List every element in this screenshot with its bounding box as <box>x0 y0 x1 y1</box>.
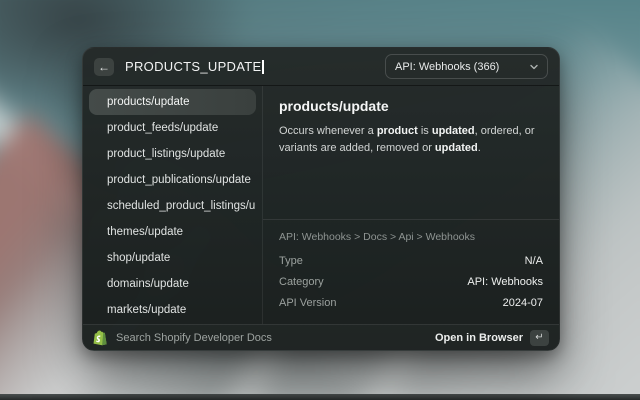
meta-value: API: Webhooks <box>467 276 543 288</box>
list-item-label: products/update <box>107 96 189 108</box>
command-palette-window: ← PRODUCTS_UPDATE API: Webhooks (366) pr… <box>82 47 560 351</box>
list-item[interactable]: scheduled_product_listings/upd... <box>89 193 256 219</box>
chevron-down-icon <box>530 64 538 70</box>
list-item-label: shop/update <box>107 252 170 264</box>
list-item-label: product_listings/update <box>107 148 225 160</box>
text-caret <box>262 60 264 74</box>
desc-text: Occurs whenever a <box>279 125 377 137</box>
desc-bold: updated <box>432 125 475 137</box>
filter-dropdown[interactable]: API: Webhooks (366) <box>385 54 548 79</box>
search-input[interactable]: PRODUCTS_UPDATE <box>125 59 374 74</box>
list-item-label: scheduled_product_listings/upd... <box>107 200 256 212</box>
list-item-label: product_publications/update <box>107 174 251 186</box>
list-item-label: domains/update <box>107 278 189 290</box>
list-item[interactable]: product_publications/update <box>89 167 256 193</box>
list-item-label: product_feeds/update <box>107 122 218 134</box>
open-in-browser-label: Open in Browser <box>435 332 523 344</box>
list-item-label: markets/update <box>107 304 186 316</box>
extension-title: Search Shopify Developer Docs <box>116 332 426 344</box>
detail-panel: products/update Occurs whenever a produc… <box>263 86 559 324</box>
list-item[interactable]: shop/update <box>89 245 256 271</box>
meta-row: Type N/A <box>279 250 543 271</box>
desc-text: . <box>478 142 481 154</box>
palette-footer: Search Shopify Developer Docs Open in Br… <box>83 324 559 350</box>
list-item[interactable]: product_feeds/update <box>89 115 256 141</box>
meta-label: API Version <box>279 297 336 309</box>
meta-row: API Version 2024-07 <box>279 292 543 313</box>
palette-body: products/update product_feeds/update pro… <box>83 86 559 324</box>
list-item[interactable]: themes/update <box>89 219 256 245</box>
results-list: products/update product_feeds/update pro… <box>83 86 263 324</box>
meta-label: Type <box>279 255 303 267</box>
search-header: ← PRODUCTS_UPDATE API: Webhooks (366) <box>83 48 559 86</box>
back-arrow-icon: ← <box>98 61 110 73</box>
back-button[interactable]: ← <box>94 58 114 76</box>
search-query-text: PRODUCTS_UPDATE <box>125 59 261 74</box>
desc-bold: product <box>377 125 418 137</box>
desc-text: is <box>418 125 432 137</box>
screen-bottom-strip <box>0 394 640 400</box>
detail-main: products/update Occurs whenever a produc… <box>263 86 559 219</box>
detail-metadata: API: Webhooks > Docs > Api > Webhooks Ty… <box>263 219 559 324</box>
list-item[interactable]: domains/update <box>89 271 256 297</box>
open-in-browser-button[interactable]: Open in Browser ↵ <box>435 330 549 346</box>
breadcrumb: API: Webhooks > Docs > Api > Webhooks <box>279 231 543 243</box>
list-item-label: themes/update <box>107 226 183 238</box>
enter-key-icon: ↵ <box>530 330 549 346</box>
meta-value: 2024-07 <box>503 297 543 309</box>
list-item[interactable]: markets/update <box>89 297 256 323</box>
list-item[interactable]: product_listings/update <box>89 141 256 167</box>
list-item[interactable]: products/update <box>89 89 256 115</box>
desc-bold: updated <box>435 142 478 154</box>
detail-title: products/update <box>279 98 543 114</box>
meta-label: Category <box>279 276 324 288</box>
shopify-logo-icon <box>93 330 107 346</box>
detail-description: Occurs whenever a product is updated, or… <box>279 123 543 157</box>
meta-row: Category API: Webhooks <box>279 271 543 292</box>
meta-value: N/A <box>525 255 543 267</box>
filter-dropdown-label: API: Webhooks (366) <box>395 61 499 73</box>
